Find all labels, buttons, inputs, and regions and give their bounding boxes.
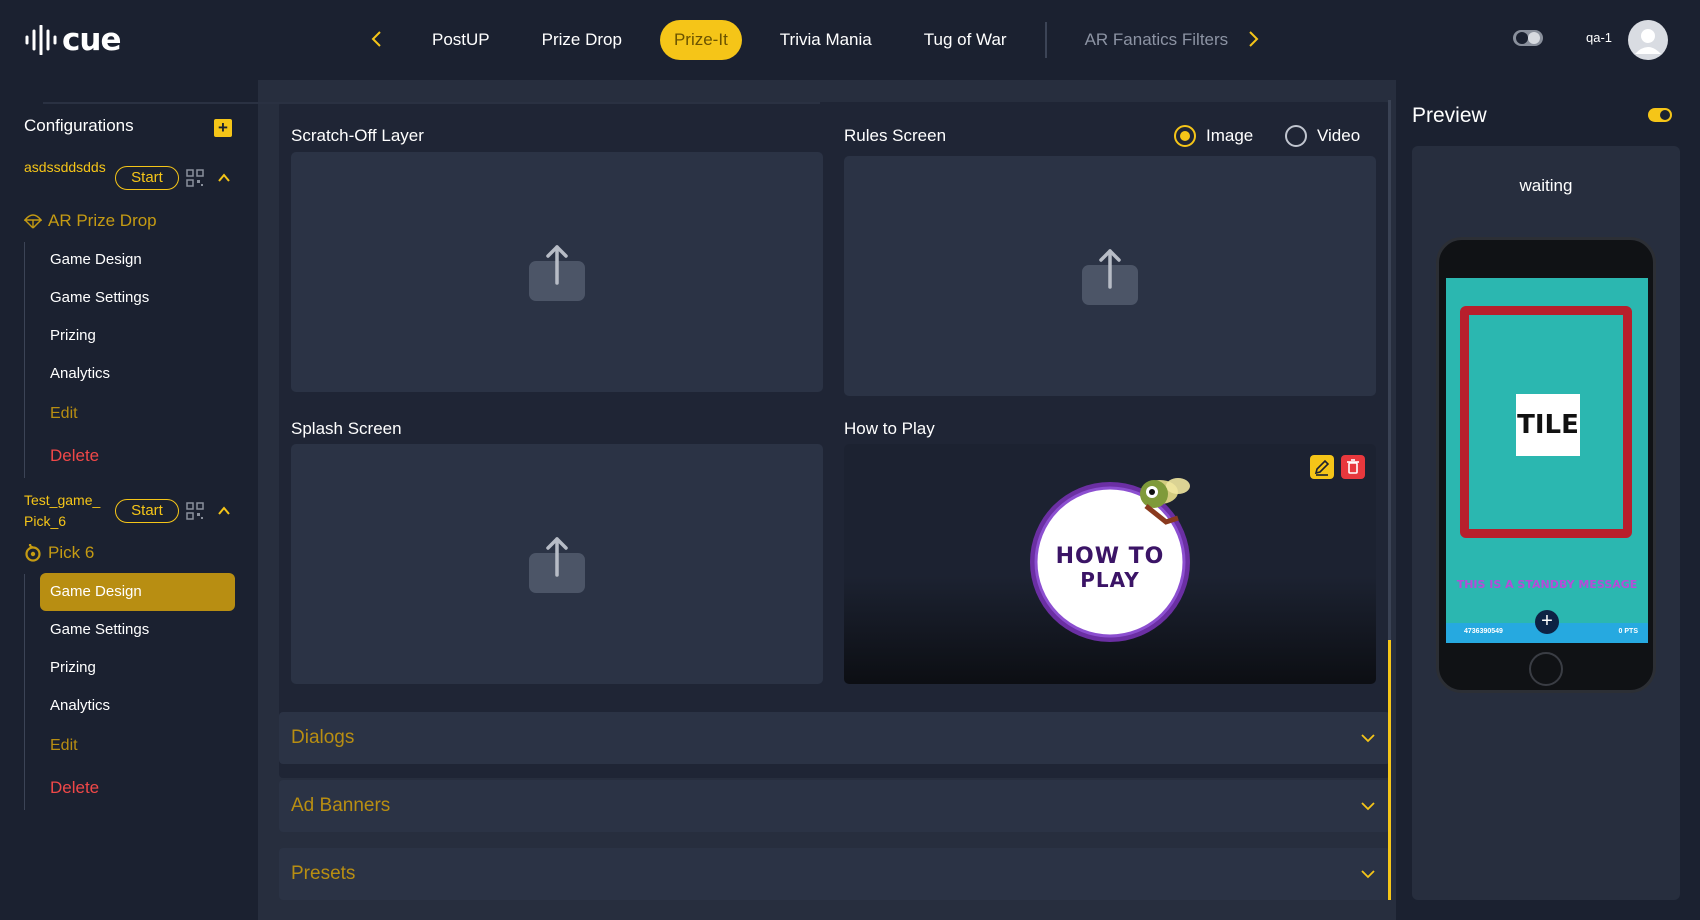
qr-code-icon[interactable] (186, 502, 204, 520)
chevron-down-icon (1361, 734, 1375, 743)
chevron-down-icon (1361, 870, 1375, 879)
how-to-play-art-line-2: PLAY (1080, 568, 1140, 592)
tile-placeholder: TILE (1516, 394, 1580, 456)
logo-text: cue (62, 22, 121, 58)
phone-screen: TILE THIS IS A STANDBY MESSAGE 473639054… (1446, 278, 1648, 643)
menu-game-settings[interactable]: Game Settings (40, 279, 235, 317)
section-ad-banners-label: Ad Banners (291, 795, 391, 816)
section-presets[interactable]: Presets (279, 848, 1390, 900)
tab-tug-of-war[interactable]: Tug of War (910, 20, 1021, 60)
phone-home-button (1529, 652, 1563, 686)
nav-divider (1044, 22, 1047, 58)
radio-video-label: Video (1317, 126, 1361, 145)
parachute-icon (24, 214, 42, 229)
preview-status: waiting (1519, 176, 1573, 195)
nav-next-arrow-icon[interactable] (1238, 24, 1268, 54)
game-type-tabs: PostUP Prize Drop Prize-It Trivia Mania … (418, 20, 1266, 60)
game-type-label: AR Prize Drop (48, 211, 157, 230)
slot-label-how-to-play: How to Play (844, 419, 935, 438)
theme-toggle-icon[interactable] (1512, 28, 1544, 48)
menu-edit[interactable]: Edit (40, 395, 235, 433)
nav-prev-arrow-icon[interactable] (362, 24, 392, 54)
tab-ar-fanatics-filters[interactable]: AR Fanatics Filters (1071, 20, 1243, 60)
rules-upload-area[interactable] (844, 156, 1376, 396)
menu-prizing[interactable]: Prizing (40, 649, 235, 687)
edit-image-button[interactable] (1310, 455, 1334, 479)
game-type-ar-prize-drop: AR Prize Drop (24, 211, 157, 231)
section-ad-banners[interactable]: Ad Banners (279, 780, 1390, 832)
tree-line (24, 242, 25, 478)
radio-video[interactable]: Video (1285, 125, 1360, 147)
chevron-up-icon[interactable] (216, 170, 232, 186)
delete-image-button[interactable] (1341, 455, 1365, 479)
menu-edit[interactable]: Edit (40, 727, 235, 765)
menu-game-design[interactable]: Game Design (40, 241, 235, 279)
tab-trivia-mania[interactable]: Trivia Mania (766, 20, 886, 60)
scrollbar-thumb[interactable] (1388, 640, 1391, 900)
trash-icon (1347, 459, 1359, 474)
menu-prizing[interactable]: Prizing (40, 317, 235, 355)
preview-title: Preview (1412, 104, 1487, 127)
radio-image-label: Image (1206, 126, 1254, 145)
radio-unselected-icon (1285, 125, 1307, 147)
qr-code-icon[interactable] (186, 169, 204, 187)
card-divider (43, 98, 820, 104)
game-type-label: Pick 6 (48, 543, 95, 562)
radio-image[interactable]: Image (1174, 125, 1253, 147)
config-name[interactable]: Test_game_Pick_6 (24, 490, 108, 532)
start-button[interactable]: Start (115, 166, 179, 190)
config-name[interactable]: asdssddsdds (24, 157, 108, 178)
top-bar: cue PostUP Prize Drop Prize-It Trivia Ma… (0, 0, 1700, 80)
section-dialogs-label: Dialogs (291, 727, 355, 748)
menu-game-design[interactable]: Game Design (40, 573, 235, 611)
add-icon: + (1535, 610, 1559, 634)
chevron-down-icon (1361, 802, 1375, 811)
user-avatar-icon[interactable] (1628, 20, 1668, 60)
tab-postup[interactable]: PostUP (418, 20, 504, 60)
start-button[interactable]: Start (115, 499, 179, 523)
section-dialogs[interactable]: Dialogs (279, 712, 1390, 764)
add-configuration-button[interactable]: + (214, 119, 232, 137)
how-to-play-image: HOW TO PLAY (844, 444, 1376, 684)
game-type-pick-6: Pick 6 (24, 543, 94, 563)
upload-icon (529, 245, 585, 301)
phone-footer-pts: 0 PTS (1618, 628, 1638, 635)
menu-analytics[interactable]: Analytics (40, 355, 235, 393)
configurations-heading: Configurations (24, 116, 134, 135)
menu-analytics[interactable]: Analytics (40, 687, 235, 725)
phone-footer-id: 4736390549 (1464, 628, 1503, 635)
chevron-up-icon[interactable] (216, 503, 232, 519)
section-presets-label: Presets (291, 863, 356, 884)
tab-prize-drop[interactable]: Prize Drop (528, 20, 636, 60)
menu-game-settings[interactable]: Game Settings (40, 611, 235, 649)
cue-logo[interactable]: cue (24, 20, 121, 60)
user-name: qa-1 (1586, 30, 1613, 45)
upload-icon (1082, 249, 1138, 305)
tree-line (24, 574, 25, 810)
standby-message: THIS IS A STANDBY MESSAGE (1456, 578, 1638, 591)
menu-delete[interactable]: Delete (40, 437, 235, 475)
pencil-icon (1314, 459, 1330, 476)
pick-6-icon (25, 544, 41, 562)
upload-icon (529, 537, 585, 593)
radio-selected-icon (1174, 125, 1196, 147)
preview-toggle[interactable] (1648, 108, 1672, 122)
tab-prize-it[interactable]: Prize-It (659, 20, 742, 60)
menu-delete[interactable]: Delete (40, 769, 235, 807)
splash-upload-area[interactable] (291, 444, 823, 684)
slot-label-scratch-off: Scratch-Off Layer (291, 126, 424, 145)
soundwave-logo-icon (25, 25, 57, 55)
scratch-off-upload-area[interactable] (291, 152, 823, 392)
slot-label-splash: Splash Screen (291, 419, 402, 438)
how-to-play-art-line-1: HOW TO (1055, 544, 1165, 569)
slot-label-rules: Rules Screen (844, 126, 947, 145)
